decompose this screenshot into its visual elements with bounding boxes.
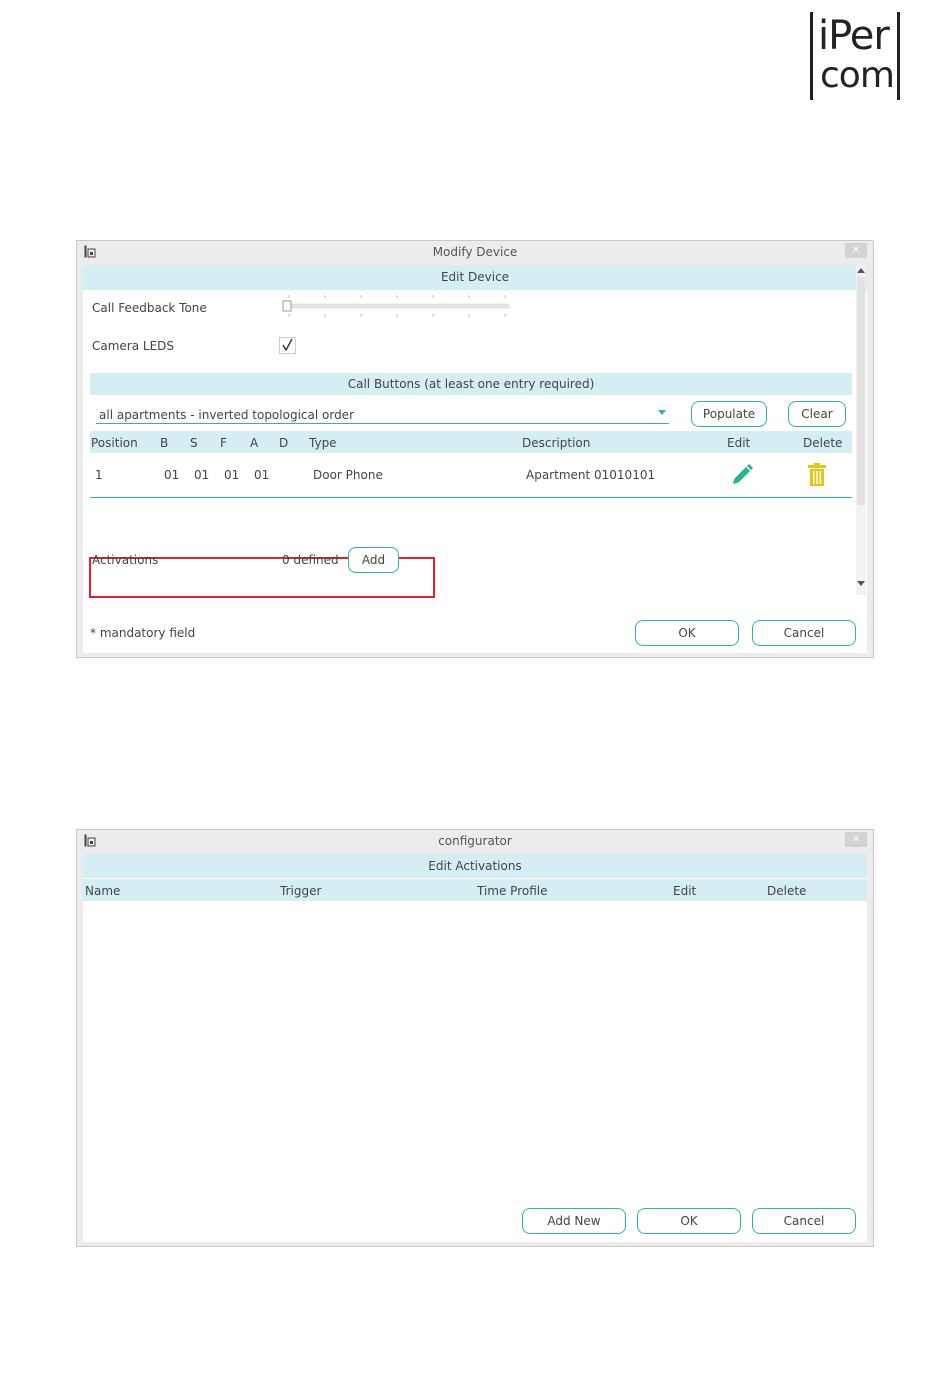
- column-d: D: [279, 436, 289, 450]
- camera-leds-label: Camera LEDS: [92, 339, 175, 353]
- column-edit: Edit: [727, 436, 751, 450]
- cell-type: Door Phone: [313, 468, 383, 482]
- column-description: Description: [522, 436, 591, 450]
- populate-button[interactable]: Populate: [691, 401, 767, 427]
- trash-icon[interactable]: [807, 463, 827, 487]
- window-content: Edit Activations Name Trigger Time Profi…: [83, 854, 867, 1242]
- call-buttons-table-header: Position B S F A D Type Description Edit…: [90, 431, 852, 453]
- ok-button[interactable]: OK: [637, 1208, 741, 1234]
- order-select[interactable]: all apartments - inverted topological or…: [96, 401, 669, 424]
- ok-button[interactable]: OK: [635, 620, 739, 646]
- add-activation-button[interactable]: Add: [348, 547, 399, 573]
- column-delete: Delete: [803, 436, 843, 450]
- cell-a: 01: [254, 468, 270, 482]
- column-a: A: [250, 436, 259, 450]
- call-feedback-tone-slider[interactable]: [279, 293, 515, 319]
- cell-b: 01: [164, 468, 180, 482]
- cell-description: Apartment 01010101: [526, 468, 656, 482]
- column-delete: Delete: [767, 884, 807, 898]
- column-time-profile: Time Profile: [477, 884, 548, 898]
- window-titlebar: Modify Device ✕: [77, 241, 873, 263]
- ipercom-logo: iPer com: [810, 12, 902, 102]
- column-trigger: Trigger: [280, 884, 322, 898]
- section-header-call-buttons: Call Buttons (at least one entry require…: [90, 373, 852, 395]
- cancel-button[interactable]: Cancel: [752, 1208, 856, 1234]
- column-s: S: [190, 436, 198, 450]
- vertical-scrollbar[interactable]: [856, 265, 866, 595]
- column-name: Name: [85, 884, 121, 898]
- add-new-button[interactable]: Add New: [522, 1208, 626, 1234]
- section-header-edit-activations: Edit Activations: [83, 854, 867, 878]
- close-icon[interactable]: ✕: [845, 243, 867, 258]
- window-title: configurator: [438, 834, 512, 848]
- column-type: Type: [309, 436, 337, 450]
- close-icon[interactable]: ✕: [845, 832, 867, 847]
- window-titlebar: configurator ✕: [77, 830, 873, 852]
- chevron-down-icon[interactable]: [658, 410, 666, 415]
- scroll-down-icon[interactable]: [857, 581, 865, 586]
- configurator-window: configurator ✕ Edit Activations Name Tri…: [76, 829, 874, 1247]
- camera-leds-checkbox[interactable]: [279, 337, 297, 355]
- column-position: Position: [91, 436, 138, 450]
- scroll-thumb[interactable]: [857, 277, 865, 505]
- mandatory-field-note: * mandatory field: [90, 626, 196, 640]
- call-feedback-tone-label: Call Feedback Tone: [92, 301, 207, 315]
- cell-s: 01: [194, 468, 210, 482]
- clear-button[interactable]: Clear: [788, 401, 846, 427]
- window-content: Edit Device Call Feedback Tone Camera LE…: [83, 265, 867, 653]
- activations-table-header: Name Trigger Time Profile Edit Delete: [83, 879, 867, 901]
- window-title: Modify Device: [432, 245, 518, 259]
- activations-list: [83, 902, 867, 1202]
- activations-count: 0 defined: [282, 553, 339, 567]
- logo-text-top: iPer: [818, 13, 890, 59]
- modify-device-window: Modify Device ✕ Edit Device Call Feedbac…: [76, 240, 874, 658]
- column-f: F: [220, 436, 227, 450]
- logo-text-bottom: com: [820, 55, 895, 96]
- cell-f: 01: [224, 468, 240, 482]
- cell-position: 1: [95, 468, 103, 482]
- activations-label: Activations: [92, 553, 159, 567]
- table-row[interactable]: 1 01 01 01 01 Door Phone Apartment 01010…: [90, 455, 852, 498]
- column-b: B: [160, 436, 169, 450]
- cancel-button[interactable]: Cancel: [752, 620, 856, 646]
- section-header-edit-device: Edit Device: [83, 265, 867, 290]
- order-select-value: all apartments - inverted topological or…: [99, 408, 354, 422]
- scroll-up-icon[interactable]: [857, 268, 865, 273]
- pencil-icon[interactable]: [730, 463, 754, 487]
- column-edit: Edit: [673, 884, 697, 898]
